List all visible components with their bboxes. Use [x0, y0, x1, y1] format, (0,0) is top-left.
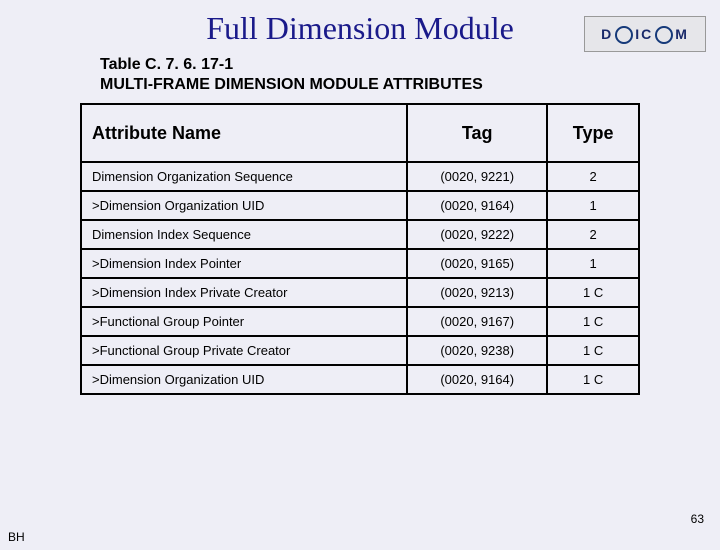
caption-line-2: MULTI-FRAME DIMENSION MODULE ATTRIBUTES	[100, 76, 483, 93]
cell-attr: >Dimension Organization UID	[81, 191, 407, 220]
cell-type: 1 C	[547, 365, 639, 394]
cell-tag: (0020, 9213)	[407, 278, 547, 307]
cell-type: 1 C	[547, 336, 639, 365]
cell-tag: (0020, 9165)	[407, 249, 547, 278]
cell-attr: >Functional Group Private Creator	[81, 336, 407, 365]
cell-type: 2	[547, 220, 639, 249]
dicom-logo: DICM	[584, 16, 706, 52]
header-attribute: Attribute Name	[81, 104, 407, 162]
cell-attr: Dimension Index Sequence	[81, 220, 407, 249]
cell-type: 1	[547, 191, 639, 220]
cell-attr: >Dimension Index Pointer	[81, 249, 407, 278]
cell-attr: >Dimension Index Private Creator	[81, 278, 407, 307]
caption-line-1: Table C. 7. 6. 17-1	[100, 56, 233, 73]
cell-attr: >Functional Group Pointer	[81, 307, 407, 336]
cell-tag: (0020, 9167)	[407, 307, 547, 336]
cell-attr: >Dimension Organization UID	[81, 365, 407, 394]
table-row: >Dimension Organization UID (0020, 9164)…	[81, 191, 639, 220]
cell-tag: (0020, 9238)	[407, 336, 547, 365]
header-type: Type	[547, 104, 639, 162]
header-tag: Tag	[407, 104, 547, 162]
cell-tag: (0020, 9164)	[407, 365, 547, 394]
cell-tag: (0020, 9222)	[407, 220, 547, 249]
table-row: >Dimension Organization UID (0020, 9164)…	[81, 365, 639, 394]
cell-tag: (0020, 9164)	[407, 191, 547, 220]
table-caption: Table C. 7. 6. 17-1 MULTI-FRAME DIMENSIO…	[100, 55, 720, 95]
cell-type: 1	[547, 249, 639, 278]
footer-initials: BH	[8, 530, 25, 544]
cell-type: 1 C	[547, 278, 639, 307]
cell-type: 2	[547, 162, 639, 191]
table-row: >Dimension Index Pointer (0020, 9165) 1	[81, 249, 639, 278]
cell-type: 1 C	[547, 307, 639, 336]
table-row: >Functional Group Pointer (0020, 9167) 1…	[81, 307, 639, 336]
cell-tag: (0020, 9221)	[407, 162, 547, 191]
table-row: >Functional Group Private Creator (0020,…	[81, 336, 639, 365]
table-header-row: Attribute Name Tag Type	[81, 104, 639, 162]
table-row: >Dimension Index Private Creator (0020, …	[81, 278, 639, 307]
cell-attr: Dimension Organization Sequence	[81, 162, 407, 191]
table-row: Dimension Index Sequence (0020, 9222) 2	[81, 220, 639, 249]
page-number: 63	[691, 512, 704, 526]
attributes-table: Attribute Name Tag Type Dimension Organi…	[80, 103, 640, 395]
table-row: Dimension Organization Sequence (0020, 9…	[81, 162, 639, 191]
